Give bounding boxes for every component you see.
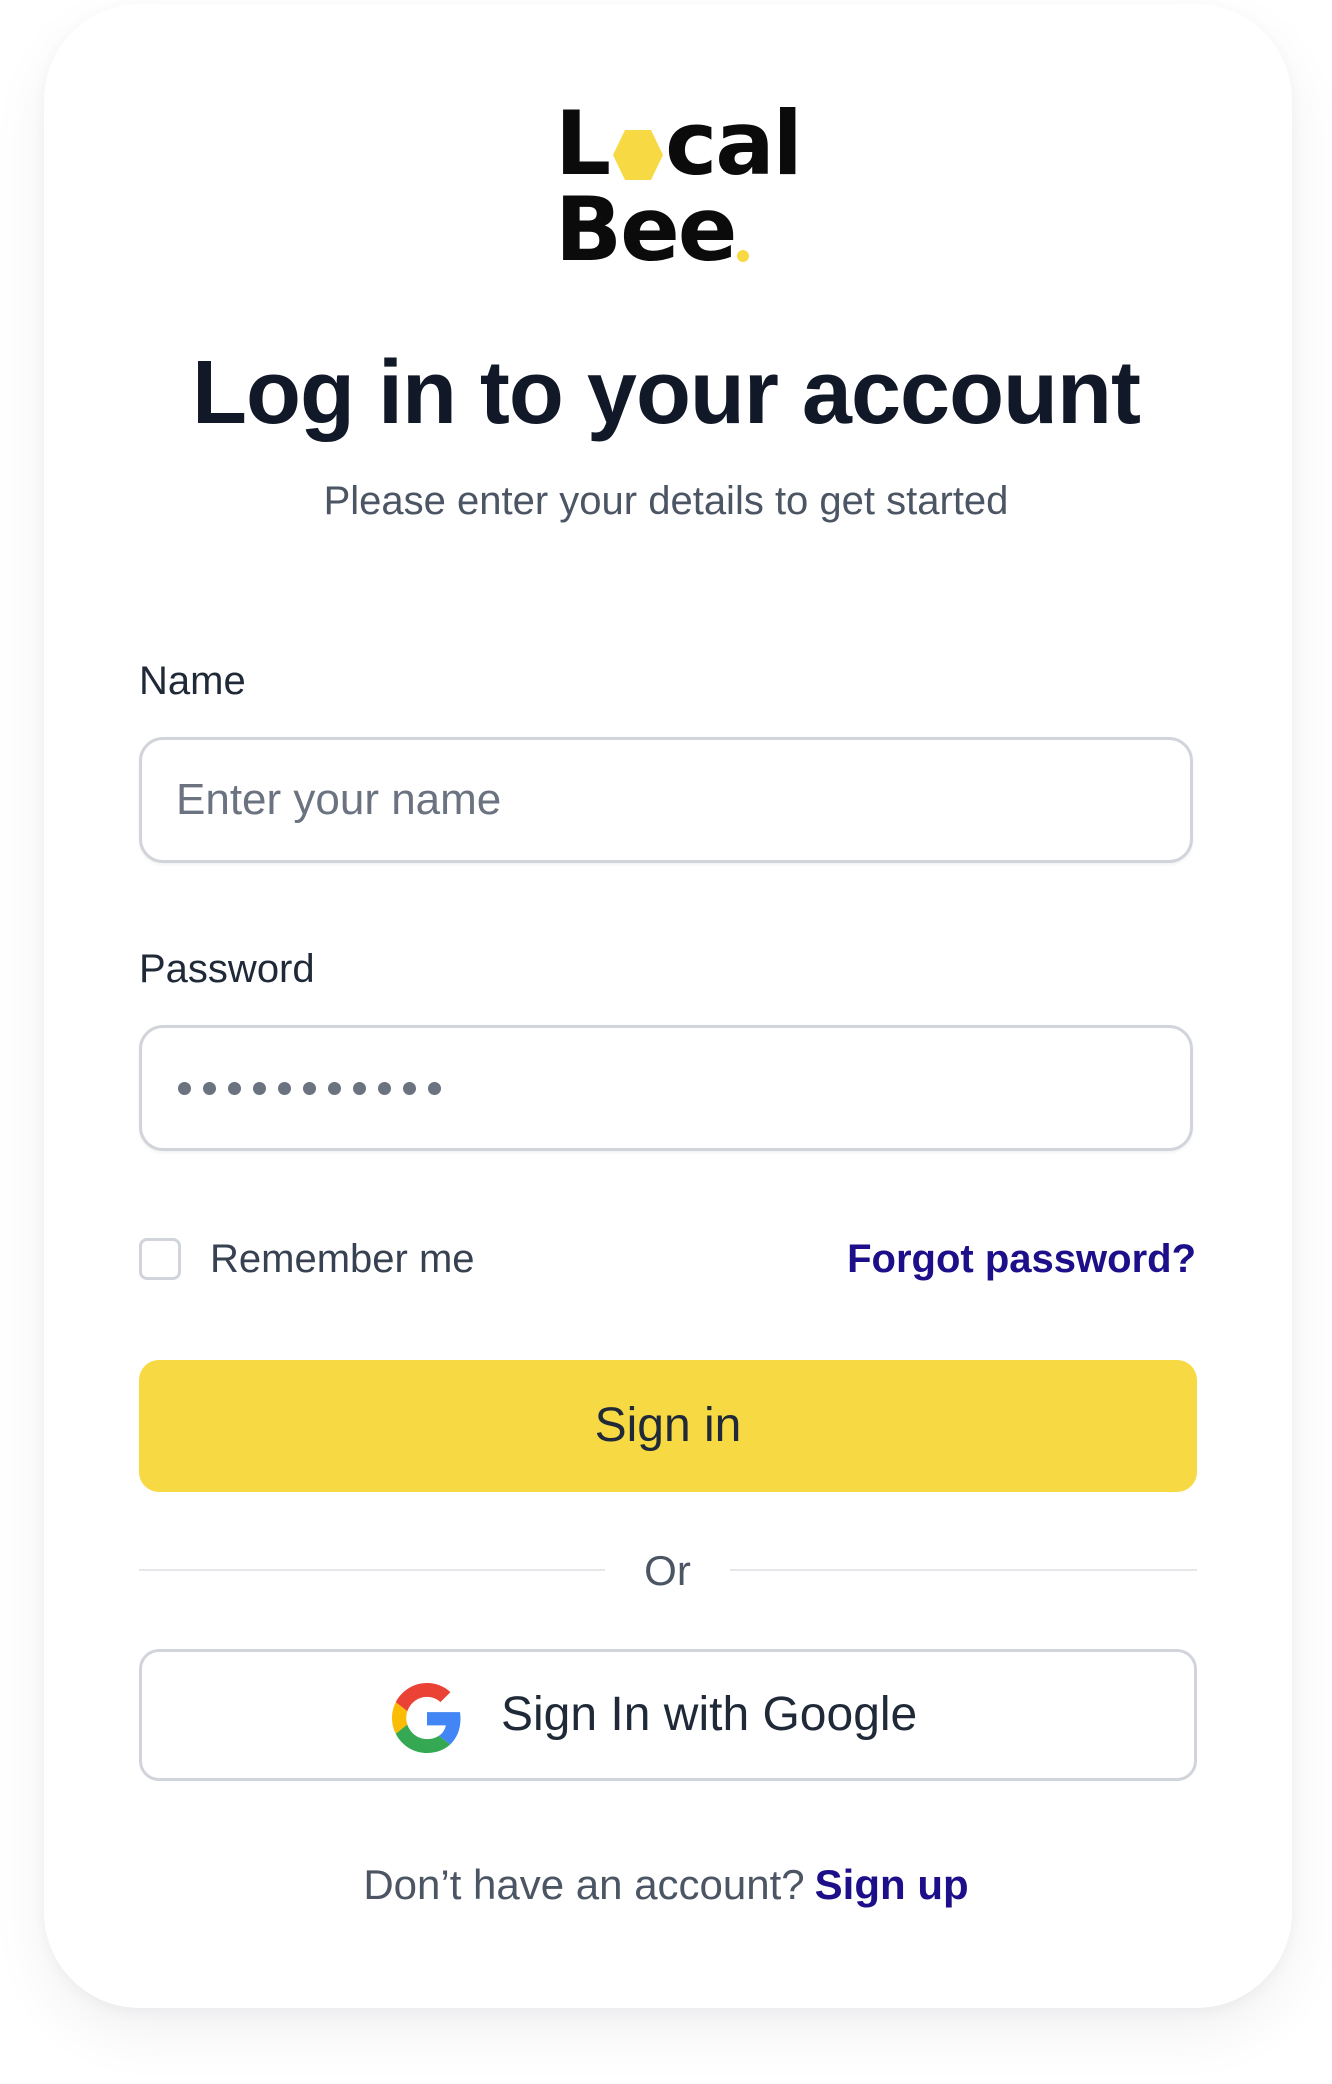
password-mask-dot — [303, 1081, 316, 1095]
password-mask-dot — [253, 1081, 266, 1095]
divider-line-left — [139, 1569, 605, 1571]
sign-in-button[interactable]: Sign in — [139, 1360, 1197, 1492]
divider-line-right — [730, 1569, 1197, 1571]
sign-up-link[interactable]: Sign up — [815, 1861, 969, 1908]
google-g-icon — [392, 1683, 461, 1753]
password-mask-dot — [228, 1081, 241, 1095]
page-subtitle: Please enter your details to get started — [323, 479, 1009, 523]
password-mask-dot — [403, 1081, 416, 1095]
logo-word-bee: Bee — [555, 178, 737, 281]
name-field-wrapper — [139, 737, 1193, 863]
local-bee-logo: Lcal Bee — [555, 100, 803, 274]
password-mask-dot — [278, 1081, 291, 1095]
signup-prompt: Don’t have an account? Sign up — [0, 1860, 1332, 1910]
google-sign-in-label: Sign In with Google — [501, 1688, 918, 1741]
password-mask-dot — [178, 1081, 191, 1095]
password-field[interactable] — [139, 1025, 1193, 1151]
name-input[interactable] — [176, 740, 1156, 860]
password-mask-dot — [428, 1081, 441, 1095]
logo-letters-cal: cal — [665, 92, 803, 195]
password-mask-dot — [378, 1081, 391, 1095]
name-label: Name — [139, 659, 246, 703]
password-mask-dot — [328, 1081, 341, 1095]
remember-me-checkbox[interactable] — [139, 1238, 181, 1280]
honeycomb-hexagon-icon — [613, 130, 664, 180]
divider-or-label: Or — [644, 1547, 691, 1594]
password-mask-dot — [353, 1081, 366, 1095]
logo-line-2: Bee — [555, 178, 750, 281]
remember-me-row: Remember me — [139, 1234, 475, 1284]
logo-line-1: Lcal — [555, 92, 803, 195]
remember-me-label[interactable]: Remember me — [210, 1234, 475, 1284]
password-label: Password — [139, 947, 315, 991]
logo-dot-icon — [737, 250, 750, 262]
password-mask-dot — [203, 1081, 216, 1095]
page-title: Log in to your account — [192, 343, 1141, 443]
google-sign-in-button[interactable]: Sign In with Google — [139, 1649, 1197, 1781]
logo-letter-l: L — [555, 92, 611, 195]
signup-prompt-text: Don’t have an account? — [363, 1861, 805, 1908]
forgot-password-link[interactable]: Forgot password? — [847, 1234, 1196, 1284]
password-masked-value — [178, 1028, 453, 1148]
